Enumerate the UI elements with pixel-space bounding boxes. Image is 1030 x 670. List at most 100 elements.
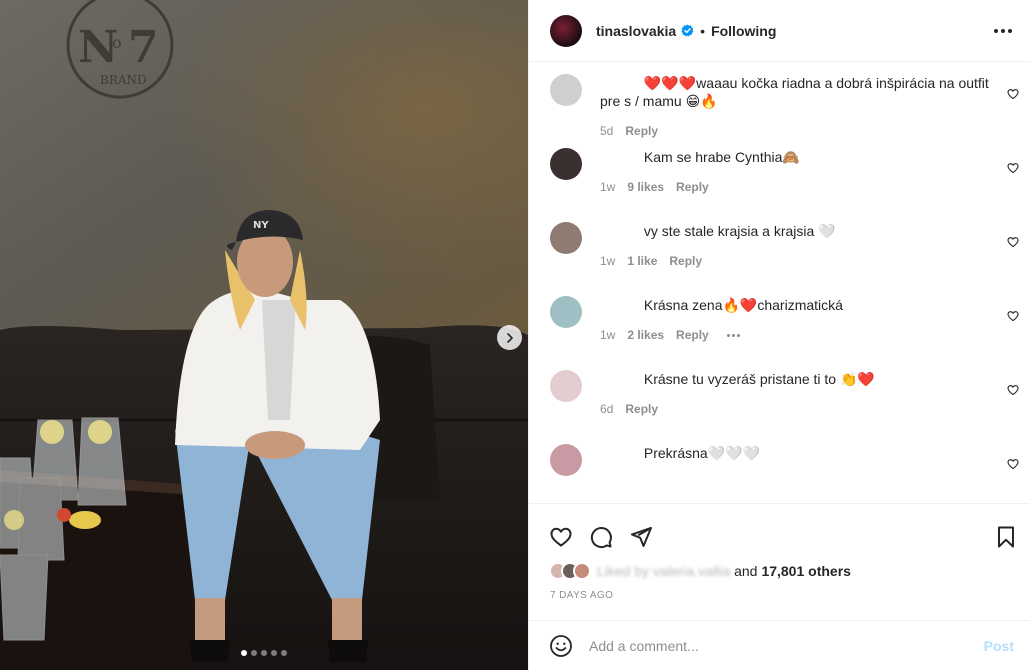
post-timestamp[interactable]: 7 DAYS AGO — [529, 590, 1030, 601]
carousel-dot — [281, 650, 287, 656]
likers-avatars[interactable] — [549, 562, 591, 580]
comment-age[interactable]: 1w — [600, 180, 615, 194]
comment-text: Kam se hrabe Cynthia🙈 — [600, 148, 990, 166]
comment-item: Kam se hrabe Cynthia🙈 1w 9 likes Reply — [529, 148, 1030, 222]
author-avatar[interactable] — [550, 14, 582, 47]
comment-text: Krásna zena🔥❤️charizmatická — [600, 296, 990, 314]
comment-likes-count[interactable]: 1 like — [627, 254, 657, 268]
comment-item: ❤️❤️❤️waaau kočka riadna a dobrá inšpirá… — [529, 74, 1030, 148]
comment-message: Prekrásna🤍🤍🤍 — [643, 445, 760, 461]
carousel-next-button[interactable] — [497, 325, 522, 350]
commenter-username-redacted[interactable] — [600, 370, 640, 388]
share-paper-plane-icon[interactable] — [629, 525, 653, 549]
like-heart-icon[interactable] — [549, 525, 573, 549]
comment-message: vy ste stale krajsia a krajsia 🤍 — [643, 223, 836, 239]
commenter-username-redacted[interactable] — [600, 74, 640, 92]
comment-message: Kam se hrabe Cynthia🙈 — [643, 149, 800, 165]
comment-age[interactable]: 5d — [600, 124, 613, 138]
comment-meta: 1w 9 likes Reply — [600, 180, 990, 194]
post-actions: Liked by valeria.vallia and 17,801 other… — [529, 503, 1030, 601]
comment-composer: Post — [529, 620, 1030, 670]
reply-button[interactable]: Reply — [676, 328, 709, 342]
more-options-icon[interactable] — [992, 23, 1014, 39]
comment-likes-count[interactable]: 9 likes — [627, 180, 664, 194]
header-separator: • — [700, 22, 706, 39]
instagram-post-modal: N o 7 BRAND NY tinaslovakia • Following … — [0, 0, 1030, 670]
carousel-dot — [261, 650, 267, 656]
comment-item: vy ste stale krajsia a krajsia 🤍 1w 1 like… — [529, 222, 1030, 296]
chevron-right-icon — [506, 332, 513, 343]
comment-item: Prekrásna🤍🤍🤍 — [529, 444, 1030, 502]
comment-body: Krásne tu vyzeráš pristane ti to 👏❤️ 6d Re… — [600, 370, 1014, 444]
comment-item: Krásne tu vyzeráš pristane ti to 👏❤️ 6d Re… — [529, 370, 1030, 444]
post-comment-button[interactable]: Post — [984, 638, 1014, 654]
comment-meta: 1w 2 likes Reply — [600, 328, 990, 342]
commenter-username-redacted[interactable] — [600, 222, 640, 240]
comment-text: ❤️❤️❤️waaau kočka riadna a dobrá inšpirá… — [600, 74, 990, 110]
likes-connector: and — [734, 563, 758, 579]
reply-button[interactable]: Reply — [676, 180, 709, 194]
comment-like-heart-icon[interactable] — [1007, 236, 1019, 248]
carousel-dot — [241, 650, 247, 656]
commenter-avatar[interactable] — [550, 296, 582, 328]
verified-badge-icon — [681, 24, 694, 37]
save-bookmark-icon[interactable] — [994, 525, 1018, 549]
svg-text:7: 7 — [128, 22, 159, 73]
svg-text:NY: NY — [253, 220, 269, 231]
commenter-username-redacted[interactable] — [600, 296, 640, 314]
post-photo[interactable]: N o 7 BRAND NY — [0, 0, 528, 670]
comment-like-heart-icon[interactable] — [1007, 310, 1019, 322]
comment-like-heart-icon[interactable] — [1007, 88, 1019, 100]
reply-button[interactable]: Reply — [669, 254, 702, 268]
comments-list[interactable]: ❤️❤️❤️waaau kočka riadna a dobrá inšpirá… — [529, 62, 1030, 502]
comment-meta: 6d Reply — [600, 402, 990, 416]
comment-message: Krásne tu vyzeráš pristane ti to 👏❤️ — [643, 371, 875, 387]
comment-body: vy ste stale krajsia a krajsia 🤍 1w 1 like… — [600, 222, 1014, 296]
author-username[interactable]: tinaslovakia — [596, 23, 676, 39]
comment-like-heart-icon[interactable] — [1007, 384, 1019, 396]
post-image: N o 7 BRAND NY — [0, 0, 528, 670]
comment-bubble-icon[interactable] — [589, 525, 613, 549]
commenter-avatar[interactable] — [550, 444, 582, 476]
following-button[interactable]: Following — [711, 23, 776, 39]
svg-text:o: o — [112, 33, 122, 52]
carousel-dot — [251, 650, 257, 656]
comment-text: vy ste stale krajsia a krajsia 🤍 — [600, 222, 990, 240]
comment-message: ❤️❤️❤️waaau kočka riadna a dobrá inšpirá… — [600, 75, 989, 109]
carousel-indicator — [0, 650, 528, 656]
commenter-username-redacted[interactable] — [600, 148, 640, 166]
post-header: tinaslovakia • Following — [529, 0, 1030, 62]
action-icons — [529, 504, 1030, 556]
reply-button[interactable]: Reply — [625, 124, 658, 138]
comment-message: Krásna zena🔥❤️charizmatická — [643, 297, 843, 313]
comment-body: ❤️❤️❤️waaau kočka riadna a dobrá inšpirá… — [600, 74, 1014, 148]
commenter-username-redacted[interactable] — [600, 444, 640, 462]
comment-like-heart-icon[interactable] — [1007, 162, 1019, 174]
carousel-dot — [271, 650, 277, 656]
comment-item: Krásna zena🔥❤️charizmatická 1w 2 likes Repl… — [529, 296, 1030, 370]
comment-age[interactable]: 1w — [600, 328, 615, 342]
comment-meta: 5d Reply — [600, 124, 990, 138]
comment-age[interactable]: 1w — [600, 254, 615, 268]
comment-text: Krásne tu vyzeráš pristane ti to 👏❤️ — [600, 370, 990, 388]
comment-text: Prekrásna🤍🤍🤍 — [600, 444, 990, 462]
commenter-avatar[interactable] — [550, 148, 582, 180]
comment-input[interactable] — [589, 637, 984, 654]
comment-body: Krásna zena🔥❤️charizmatická 1w 2 likes Repl… — [600, 296, 1014, 370]
comment-more-options-icon[interactable] — [726, 333, 740, 337]
commenter-avatar[interactable] — [550, 74, 582, 106]
emoji-smiley-icon[interactable] — [549, 634, 573, 658]
comment-likes-count[interactable]: 2 likes — [627, 328, 664, 342]
liked-by-text[interactable]: Liked by valeria.vallia — [597, 563, 730, 579]
likes-count[interactable]: 17,801 others — [761, 563, 851, 579]
commenter-avatar[interactable] — [550, 370, 582, 402]
comment-like-heart-icon[interactable] — [1007, 458, 1019, 470]
comment-body: Kam se hrabe Cynthia🙈 1w 9 likes Reply — [600, 148, 1014, 222]
svg-text:BRAND: BRAND — [100, 73, 147, 87]
comment-age[interactable]: 6d — [600, 402, 613, 416]
comment-body: Prekrásna🤍🤍🤍 — [600, 444, 1014, 502]
likes-summary: Liked by valeria.vallia and 17,801 other… — [529, 562, 1030, 580]
reply-button[interactable]: Reply — [625, 402, 658, 416]
comment-meta: 1w 1 like Reply — [600, 254, 990, 268]
commenter-avatar[interactable] — [550, 222, 582, 254]
